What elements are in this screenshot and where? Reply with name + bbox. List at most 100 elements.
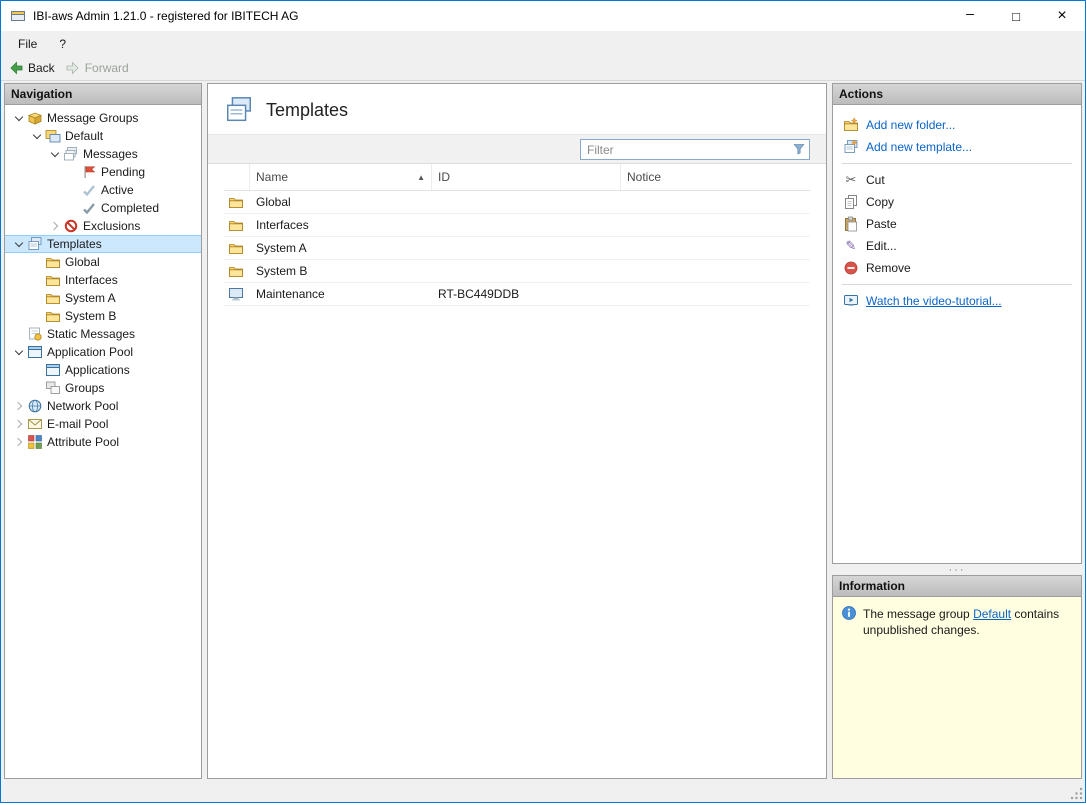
column-header-notice[interactable]: Notice: [621, 164, 810, 190]
add-new-folder-action[interactable]: Add new folder...: [833, 114, 1081, 136]
title-bar[interactable]: IBI-aws Admin 1.21.0 - registered for IB…: [1, 1, 1085, 31]
window-title: IBI-aws Admin 1.21.0 - registered for IB…: [33, 9, 947, 23]
information-header: Information: [833, 576, 1081, 597]
tree-item-message-groups[interactable]: Message Groups: [5, 109, 201, 127]
message-groups-icon: [27, 110, 43, 126]
information-message: The message group Default contains unpub…: [833, 597, 1081, 778]
resize-grip[interactable]: [1070, 787, 1083, 800]
scissors-icon: ✂: [843, 172, 859, 188]
paste-action[interactable]: Paste: [833, 213, 1081, 235]
tree-item-applications[interactable]: Applications: [5, 361, 201, 379]
minimize-button[interactable]: –: [947, 1, 993, 31]
back-button[interactable]: Back: [8, 60, 55, 76]
cut-action[interactable]: ✂ Cut: [833, 169, 1081, 191]
page-title: Templates: [266, 100, 348, 121]
folder-icon: [45, 272, 61, 288]
tree-item-interfaces[interactable]: Interfaces: [5, 271, 201, 289]
tree-item-pending[interactable]: Pending: [5, 163, 201, 181]
chevron-expanded-icon[interactable]: [48, 147, 63, 161]
tree-item-application-pool[interactable]: Application Pool: [5, 343, 201, 361]
tree-indent-spacer: [66, 201, 81, 215]
tree-item-attribute-pool[interactable]: Attribute Pool: [5, 433, 201, 451]
tree-item-messages[interactable]: Messages: [5, 145, 201, 163]
chevron-collapsed-icon[interactable]: [12, 417, 27, 431]
close-button[interactable]: ×: [1039, 1, 1085, 31]
menu-bar: File ?: [1, 31, 1085, 56]
chevron-collapsed-icon[interactable]: [48, 219, 63, 233]
tree-indent-spacer: [12, 327, 27, 341]
table-row-system-a[interactable]: System A: [224, 237, 810, 260]
forward-arrow-icon: [65, 60, 81, 76]
table-row-global[interactable]: Global: [224, 191, 810, 214]
chevron-expanded-icon[interactable]: [12, 111, 27, 125]
chevron-collapsed-icon[interactable]: [12, 399, 27, 413]
chevron-expanded-icon[interactable]: [12, 345, 27, 359]
tree-item-exclusions[interactable]: Exclusions: [5, 217, 201, 235]
add-folder-icon: [843, 117, 859, 133]
table-header-row: Name▲ ID Notice: [224, 164, 810, 191]
add-template-icon: [843, 139, 859, 155]
remove-icon: [843, 260, 859, 276]
chevron-expanded-icon[interactable]: [12, 237, 27, 251]
copy-icon: [843, 194, 859, 210]
actions-separator: [842, 163, 1072, 164]
tree-item-templates[interactable]: Templates: [5, 235, 201, 253]
tree-indent-spacer: [30, 309, 45, 323]
tree-item-default[interactable]: Default: [5, 127, 201, 145]
actions-list: Add new folder... Add new template... ✂ …: [833, 105, 1081, 312]
tree-item-system-b[interactable]: System B: [5, 307, 201, 325]
folder-icon: [228, 194, 244, 210]
table-row-system-b[interactable]: System B: [224, 260, 810, 283]
actions-panel: Actions Add new folder... Add new templa…: [832, 83, 1082, 564]
tree-indent-spacer: [30, 273, 45, 287]
table-row-maintenance[interactable]: Maintenance RT-BC449DDB: [224, 283, 810, 306]
filter-input[interactable]: [580, 139, 810, 160]
maximize-button[interactable]: □: [993, 1, 1039, 31]
tree-item-global[interactable]: Global: [5, 253, 201, 271]
pending-flag-icon: [81, 164, 97, 180]
right-column: Actions Add new folder... Add new templa…: [832, 83, 1082, 779]
chevron-expanded-icon[interactable]: [30, 129, 45, 143]
tree-item-system-a[interactable]: System A: [5, 289, 201, 307]
menu-file[interactable]: File: [7, 33, 48, 55]
tree-item-active[interactable]: Active: [5, 181, 201, 199]
chevron-collapsed-icon[interactable]: [12, 435, 27, 449]
tree-item-network-pool[interactable]: Network Pool: [5, 397, 201, 415]
tree-indent-spacer: [66, 165, 81, 179]
folder-icon: [45, 290, 61, 306]
paste-icon: [843, 216, 859, 232]
column-header-id[interactable]: ID: [432, 164, 621, 190]
column-header-name[interactable]: Name▲: [250, 164, 432, 190]
templates-icon: [27, 236, 43, 252]
remove-action[interactable]: Remove: [833, 257, 1081, 279]
tree-item-email-pool[interactable]: E-mail Pool: [5, 415, 201, 433]
templates-page-icon: [224, 95, 254, 125]
workspace: Navigation Message Groups Default Messag…: [1, 81, 1085, 781]
default-group-link[interactable]: Default: [973, 607, 1011, 621]
menu-help[interactable]: ?: [48, 33, 77, 55]
panel-splitter-handle[interactable]: ···: [832, 564, 1082, 575]
folder-icon: [45, 254, 61, 270]
table-row-interfaces[interactable]: Interfaces: [224, 214, 810, 237]
edit-action[interactable]: ✎ Edit...: [833, 235, 1081, 257]
forward-button[interactable]: Forward: [65, 60, 129, 76]
filter-band: [208, 134, 826, 164]
video-tutorial-action[interactable]: Watch the video-tutorial...: [833, 290, 1081, 312]
info-icon: [841, 605, 857, 621]
tree-item-groups[interactable]: Groups: [5, 379, 201, 397]
back-arrow-icon: [8, 60, 24, 76]
attribute-pool-icon: [27, 434, 43, 450]
info-text-before: The message group: [863, 607, 973, 621]
tree-indent-spacer: [30, 255, 45, 269]
copy-action[interactable]: Copy: [833, 191, 1081, 213]
static-messages-icon: [27, 326, 43, 342]
sort-ascending-icon: ▲: [417, 173, 425, 182]
filter-funnel-icon[interactable]: [792, 142, 806, 156]
tree-item-static-messages[interactable]: Static Messages: [5, 325, 201, 343]
window-controls: – □ ×: [947, 1, 1085, 31]
add-new-template-action[interactable]: Add new template...: [833, 136, 1081, 158]
tree-item-completed[interactable]: Completed: [5, 199, 201, 217]
navigation-panel: Navigation Message Groups Default Messag…: [4, 83, 202, 779]
status-bar: [1, 781, 1085, 802]
message-group-icon: [45, 128, 61, 144]
